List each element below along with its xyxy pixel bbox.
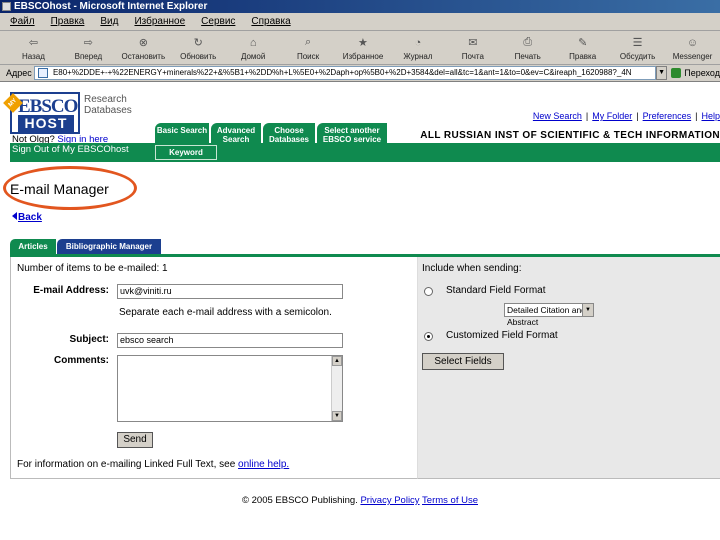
search-button[interactable]: ⌕ Поиск — [281, 31, 336, 65]
comments-textarea[interactable]: ▲ ▼ — [117, 355, 343, 422]
back-arrow-icon: ⇦ — [28, 37, 39, 49]
scroll-up-icon[interactable]: ▲ — [332, 356, 342, 366]
back-link[interactable]: Back — [12, 212, 42, 223]
logo-host: HOST — [18, 115, 74, 132]
search-icon: ⌕ — [304, 36, 312, 48]
edit-button[interactable]: ✎ Правка — [555, 31, 610, 65]
forward-arrow-icon: ⇨ — [83, 37, 93, 49]
menu-help[interactable]: Справка — [251, 16, 290, 27]
privacy-policy-link[interactable]: Privacy Policy — [360, 495, 419, 506]
page-content: EBSCO HOST MY Research Databases Not Olg… — [0, 82, 720, 540]
history-icon: ◔ — [414, 36, 422, 49]
address-label: Адрес — [6, 68, 32, 78]
email-field[interactable]: uvk@viniti.ru — [117, 284, 343, 299]
menu-bar: Файл Правка Вид Избранное Сервис Справка — [0, 13, 720, 31]
include-title: Include when sending: — [422, 263, 522, 274]
terms-of-use-link[interactable]: Terms of Use — [422, 495, 478, 506]
mail-tabs: Articles Bibliographic Manager — [10, 239, 161, 254]
email-form-panel: Number of items to be e-mailed: 1 E-mail… — [10, 257, 418, 479]
tab-articles[interactable]: Articles — [10, 239, 56, 254]
menu-edit[interactable]: Правка — [51, 16, 85, 27]
address-bar: Адрес E80+%2DDE+-+%22ENERGY+minerals%22+… — [0, 65, 720, 82]
window-title: EBSCOhost - Microsoft Internet Explorer — [14, 1, 208, 12]
online-help-link[interactable]: online help. — [238, 459, 289, 470]
menu-view[interactable]: Вид — [100, 16, 118, 27]
email-hint: Separate each e-mail address with a semi… — [119, 307, 332, 318]
print-icon: ⎙ — [523, 36, 533, 48]
menu-favorites[interactable]: Избранное — [134, 16, 185, 27]
comments-scrollbar[interactable]: ▲ ▼ — [331, 356, 342, 421]
standard-format-label: Standard Field Format — [446, 285, 546, 296]
messenger-icon: ☺ — [686, 36, 699, 49]
home-icon: ⌂ — [249, 36, 257, 49]
tab-advanced-search[interactable]: Advanced Search — [211, 123, 261, 145]
forward-button[interactable]: ⇨ Вперед — [61, 31, 116, 65]
institution-name: ALL RUSSIAN INST OF SCIENTIFIC & TECH IN… — [420, 130, 720, 141]
back-button[interactable]: ⇦ Назад — [6, 31, 61, 65]
send-button[interactable]: Send — [117, 432, 153, 448]
preferences-link[interactable]: Preferences — [643, 111, 692, 121]
browser-icon — [2, 2, 11, 11]
scroll-down-icon[interactable]: ▼ — [332, 411, 342, 421]
history-button[interactable]: ◔ Журнал — [390, 31, 445, 65]
logo-badge: EBSCO HOST — [10, 92, 80, 134]
comments-label: Comments: — [53, 355, 109, 366]
select-fields-button[interactable]: Select Fields — [422, 353, 504, 370]
refresh-button[interactable]: ↻ Обновить — [171, 31, 226, 65]
standard-format-radio[interactable] — [424, 287, 433, 296]
highlight-oval — [3, 166, 137, 210]
tab-select-ebsco-service[interactable]: Select another EBSCO service — [317, 123, 387, 145]
item-count-text: Number of items to be e-mailed: 1 — [17, 263, 168, 274]
mail-button[interactable]: ✉ Почта — [445, 31, 500, 65]
menu-file[interactable]: Файл — [10, 16, 35, 27]
mail-icon: ✉ — [468, 37, 478, 49]
sign-out-link[interactable]: Sign Out of My EBSCOhost — [12, 144, 129, 155]
window-title-bar: EBSCOhost - Microsoft Internet Explorer — [0, 0, 720, 13]
subject-field[interactable]: ebsco search — [117, 333, 343, 348]
tab-choose-databases[interactable]: Choose Databases — [263, 123, 315, 145]
tab-bibliographic-manager[interactable]: Bibliographic Manager — [57, 239, 161, 254]
back-triangle-icon — [12, 212, 17, 220]
email-label: E-mail Address: — [33, 285, 109, 296]
chevron-down-icon: ▼ — [582, 304, 593, 316]
ebscohost-logo[interactable]: EBSCO HOST MY Research Databases — [3, 92, 132, 136]
copyright-text: © 2005 EBSCO Publishing. — [242, 495, 358, 506]
send-options-panel: Include when sending: Standard Field For… — [418, 257, 720, 479]
print-button[interactable]: ⎙ Печать — [500, 31, 555, 65]
page-footer: © 2005 EBSCO Publishing. Privacy Policy … — [0, 495, 720, 506]
page-icon — [37, 68, 48, 78]
menu-tools[interactable]: Сервис — [201, 16, 235, 27]
address-input[interactable]: E80+%2DDE+-+%22ENERGY+minerals%22+&%5B1+… — [33, 66, 656, 80]
tab-basic-search[interactable]: Basic Search — [155, 123, 209, 145]
refresh-icon: ↻ — [193, 37, 203, 49]
stop-icon: ⊗ — [138, 37, 148, 49]
standard-format-select[interactable]: Detailed Citation and Abstract ▼ — [504, 303, 594, 327]
home-button[interactable]: ⌂ Домой — [226, 31, 281, 65]
new-search-link[interactable]: New Search — [533, 111, 582, 121]
messenger-button[interactable]: ☺ Messenger — [665, 31, 720, 65]
browser-toolbar: ⇦ Назад ⇨ Вперед ⊗ Остановить ↻ Обновить ⌂ До… — [0, 31, 720, 65]
logo-tagline: Research Databases — [84, 94, 132, 116]
go-arrow-icon — [671, 68, 682, 78]
stop-button[interactable]: ⊗ Остановить — [116, 31, 171, 65]
favorites-icon: ★ — [358, 37, 368, 49]
green-nav-bar: Sign Out of My EBSCOhost Keyword — [10, 143, 720, 162]
edit-icon: ✎ — [578, 37, 588, 49]
top-links: New Search | My Folder | Preferences | Help — [532, 111, 720, 121]
my-folder-link[interactable]: My Folder — [592, 111, 632, 121]
discuss-icon: ☰ — [632, 37, 643, 49]
discuss-button[interactable]: ☰ Обсудить — [610, 31, 665, 65]
custom-format-label: Customized Field Format — [446, 330, 558, 341]
subject-label: Subject: — [69, 334, 109, 345]
custom-format-radio[interactable] — [424, 332, 433, 341]
address-url: E80+%2DDE+-+%22ENERGY+minerals%22+&%5B1+… — [52, 68, 632, 77]
footer-help-text: For information on e-mailing Linked Full… — [17, 459, 290, 470]
help-link[interactable]: Help — [701, 111, 720, 121]
tab-keyword[interactable]: Keyword — [155, 145, 217, 160]
address-dropdown-button[interactable]: ▼ — [655, 66, 668, 80]
favorites-button[interactable]: ★ Избранное — [336, 31, 391, 65]
go-button[interactable]: Переход — [667, 68, 720, 78]
